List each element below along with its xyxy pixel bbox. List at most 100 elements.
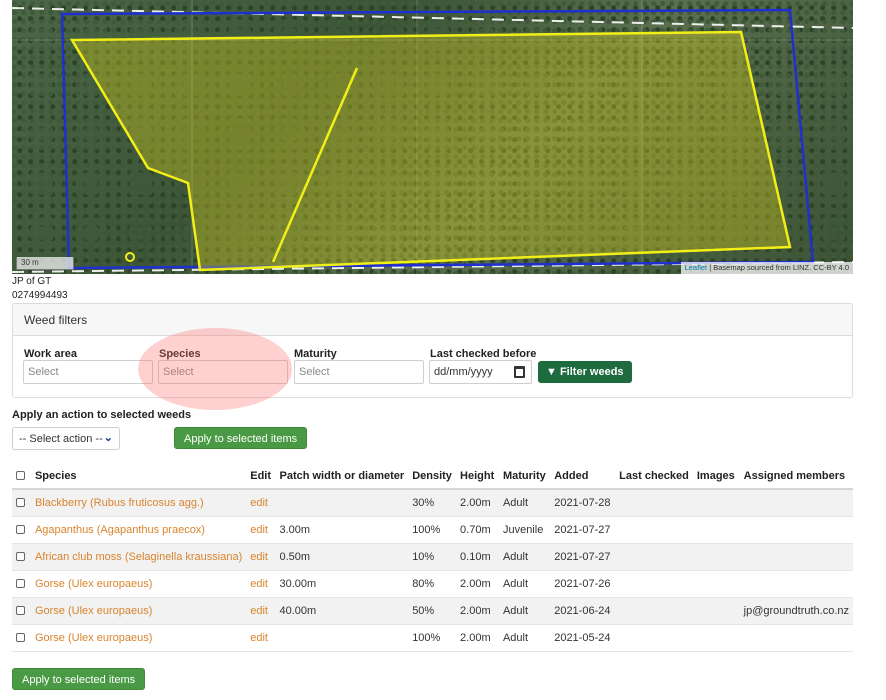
row-checkbox[interactable] xyxy=(16,552,25,562)
apply-selected-button-top[interactable]: Apply to selected items xyxy=(174,427,308,449)
last-checked-cell xyxy=(615,516,693,544)
density-cell: 50% xyxy=(408,597,457,625)
maturity-label: Maturity xyxy=(294,348,337,360)
images-cell xyxy=(692,543,740,571)
density-cell: 30% xyxy=(408,489,457,517)
maturity-cell: Adult xyxy=(498,489,551,517)
images-cell xyxy=(692,516,740,544)
species-select[interactable]: Select xyxy=(158,360,288,384)
header-density: Density xyxy=(408,463,457,490)
images-cell xyxy=(692,597,740,625)
species-link[interactable]: Gorse (Ulex europaeus) xyxy=(35,632,152,644)
height-cell: 0.70m xyxy=(456,516,499,544)
weed-area-polygon[interactable] xyxy=(69,30,792,272)
header-images: Images xyxy=(692,463,740,490)
header-assigned-members: Assigned members xyxy=(739,463,853,490)
maturity-cell: Adult xyxy=(498,570,551,598)
density-cell: 80% xyxy=(408,570,457,598)
work-area-select[interactable]: Select xyxy=(23,360,153,384)
members-cell xyxy=(739,624,853,652)
height-cell: 2.00m xyxy=(456,597,499,625)
edit-link[interactable]: edit xyxy=(250,497,268,509)
leaflet-link[interactable]: Leaflet xyxy=(685,263,708,272)
table-row: Blackberry (Rubus fruticosus agg.) edit … xyxy=(12,489,853,517)
map-view[interactable]: 30 m Leaflet | Basemap sourced from LINZ… xyxy=(12,0,853,274)
members-cell xyxy=(739,570,853,598)
row-checkbox[interactable] xyxy=(16,579,25,589)
density-cell: 100% xyxy=(408,516,457,544)
header-select-all[interactable] xyxy=(12,463,31,490)
last-checked-cell xyxy=(615,624,693,652)
edit-link[interactable]: edit xyxy=(250,551,268,563)
patch-cell xyxy=(275,624,409,652)
last-checked-cell xyxy=(615,489,693,517)
members-cell xyxy=(739,489,853,517)
map-scale: 30 m xyxy=(16,257,74,270)
images-cell xyxy=(692,570,740,598)
header-edit: Edit xyxy=(246,463,276,490)
table-header-row: Species Edit Patch width or diameter Den… xyxy=(12,463,853,490)
row-checkbox[interactable] xyxy=(16,633,25,643)
header-height: Height xyxy=(456,463,499,490)
last-checked-cell xyxy=(615,597,693,625)
maturity-cell: Adult xyxy=(498,543,551,571)
maturity-select[interactable]: Select xyxy=(294,360,424,384)
map-overlay xyxy=(12,0,853,274)
maturity-cell: Adult xyxy=(498,597,551,625)
members-cell xyxy=(739,516,853,544)
contact-phone: 0274994493 xyxy=(12,290,68,301)
species-link[interactable]: Gorse (Ulex europaeus) xyxy=(35,578,152,590)
species-label: Species xyxy=(159,348,201,360)
patch-cell: 3.00m xyxy=(275,516,409,544)
height-cell: 0.10m xyxy=(456,543,499,571)
added-cell: 2021-07-26 xyxy=(550,570,616,598)
table-row: Gorse (Ulex europaeus) edit 30.00m 80% 2… xyxy=(12,570,853,598)
table-row: African club moss (Selaginella kraussian… xyxy=(12,543,853,571)
chevron-down-icon: ⌄ xyxy=(103,432,113,444)
last-checked-cell xyxy=(615,570,693,598)
apply-selected-button-bottom[interactable]: Apply to selected items xyxy=(12,668,146,690)
members-cell: jp@groundtruth.co.nz xyxy=(739,597,853,625)
species-link[interactable]: African club moss (Selaginella kraussian… xyxy=(35,551,242,563)
row-checkbox[interactable] xyxy=(16,525,25,535)
row-checkbox[interactable] xyxy=(16,498,25,508)
table-row: Agapanthus (Agapanthus praecox) edit 3.0… xyxy=(12,516,853,544)
header-last-checked: Last checked xyxy=(615,463,693,490)
last-checked-date-input[interactable]: dd/mm/yyyy xyxy=(429,360,532,384)
weed-point-marker[interactable] xyxy=(125,252,135,262)
weed-filters-title: Weed filters xyxy=(13,304,852,336)
patch-cell xyxy=(275,489,409,517)
edit-link[interactable]: edit xyxy=(250,524,268,536)
row-checkbox[interactable] xyxy=(16,606,25,616)
species-link[interactable]: Agapanthus (Agapanthus praecox) xyxy=(35,524,205,536)
header-species: Species xyxy=(30,463,247,490)
edit-link[interactable]: edit xyxy=(250,605,268,617)
added-cell: 2021-06-24 xyxy=(550,597,616,625)
filter-weeds-button[interactable]: ▼ Filter weeds xyxy=(538,361,632,383)
select-all-checkbox[interactable] xyxy=(16,471,25,481)
header-maturity: Maturity xyxy=(498,463,551,490)
added-cell: 2021-07-27 xyxy=(550,516,616,544)
select-action-value: -- Select action -- xyxy=(19,433,103,445)
funnel-icon: ▼ xyxy=(546,366,557,378)
images-cell xyxy=(692,624,740,652)
work-area-label: Work area xyxy=(24,348,77,360)
species-link[interactable]: Blackberry (Rubus fruticosus agg.) xyxy=(35,497,204,509)
calendar-icon[interactable] xyxy=(514,366,525,378)
edit-link[interactable]: edit xyxy=(250,578,268,590)
last-checked-cell xyxy=(615,543,693,571)
images-cell xyxy=(692,489,740,517)
filter-weeds-label: Filter weeds xyxy=(559,366,624,378)
contact-name: JP of GT xyxy=(12,276,52,287)
patch-cell: 30.00m xyxy=(275,570,409,598)
added-cell: 2021-07-28 xyxy=(550,489,616,517)
edit-link[interactable]: edit xyxy=(250,632,268,644)
select-action-dropdown[interactable]: -- Select action -- ⌄ xyxy=(12,427,120,450)
last-checked-label: Last checked before xyxy=(430,348,537,360)
species-link[interactable]: Gorse (Ulex europaeus) xyxy=(35,605,152,617)
table-row: Gorse (Ulex europaeus) edit 100% 2.00m A… xyxy=(12,624,853,652)
weeds-table: Species Edit Patch width or diameter Den… xyxy=(12,463,853,652)
table-row: Gorse (Ulex europaeus) edit 40.00m 50% 2… xyxy=(12,597,853,625)
apply-action-label: Apply an action to selected weeds xyxy=(12,409,192,421)
header-added: Added xyxy=(550,463,616,490)
